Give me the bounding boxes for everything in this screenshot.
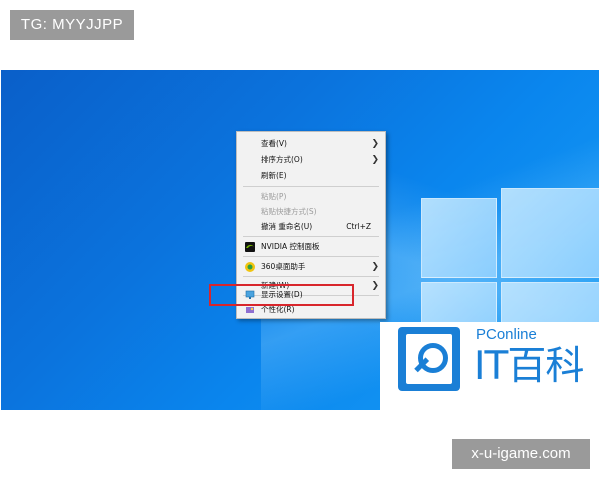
menu-item-sort[interactable]: 排序方式(O) ❯ [237,152,385,168]
menu-separator [243,236,379,237]
watermark-text: IT百科 [474,344,584,389]
chevron-right-icon: ❯ [371,139,379,149]
menu-separator [243,256,379,257]
menu-item-undo-rename[interactable]: 撤消 重命名(U) Ctrl+Z [237,219,385,235]
shortcut-label: Ctrl+Z [346,222,371,231]
magnifier-logo-icon [398,327,460,391]
menu-item-nvidia[interactable]: NVIDIA 控制面板 [237,239,385,255]
360-icon [245,262,255,272]
menu-item-360[interactable]: 360桌面助手 ❯ [237,259,385,275]
pconline-watermark: PConline IT百科 [380,322,599,410]
watermark-brand: PConline [476,326,537,343]
menu-item-view[interactable]: 查看(V) ❯ [237,136,385,152]
nvidia-icon [245,242,255,252]
chevron-right-icon: ❯ [371,262,379,272]
menu-separator [243,186,379,187]
menu-item-paste-shortcut[interactable]: 粘贴快捷方式(S) [237,204,385,220]
menu-item-paste[interactable]: 粘贴(P) [237,189,385,205]
menu-separator [243,276,379,277]
chevron-right-icon: ❯ [371,155,379,165]
menu-item-refresh[interactable]: 刷新(E) [237,168,385,184]
highlight-box [209,284,354,306]
site-badge: x-u-igame.com [452,439,590,469]
tag-badge: TG: MYYJJPP [10,10,134,40]
personalize-icon [245,305,255,315]
